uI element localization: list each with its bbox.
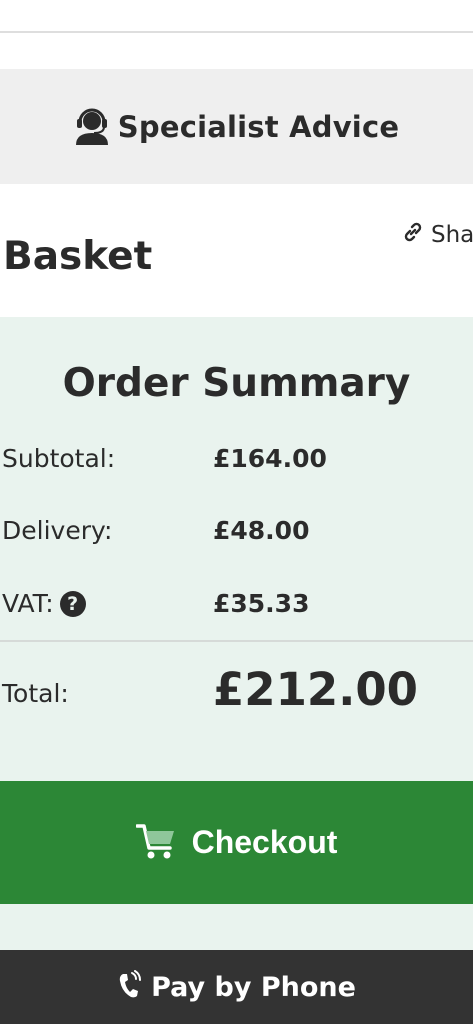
phone-icon	[117, 970, 143, 1004]
pay-by-phone-label: Pay by Phone	[151, 971, 356, 1003]
headset-icon	[74, 105, 110, 149]
vat-row-label: VAT: ?	[2, 589, 86, 618]
cart-icon	[134, 822, 176, 863]
link-icon	[401, 220, 425, 250]
summary-divider	[0, 640, 473, 642]
top-bar	[0, 0, 473, 33]
subtotal-value: £164.00	[213, 444, 327, 473]
question-circle-icon[interactable]: ?	[59, 590, 86, 617]
delivery-value: £48.00	[213, 516, 310, 545]
delivery-label: Delivery:	[2, 516, 113, 545]
specialist-advice-label: Specialist Advice	[117, 109, 400, 144]
order-summary-title: Order Summary	[62, 361, 411, 406]
subtotal-label: Subtotal:	[2, 444, 116, 473]
specialist-advice-link[interactable]: Specialist Advice	[74, 105, 399, 149]
vat-label: VAT:	[2, 589, 54, 618]
specialist-advice-banner: Specialist Advice	[0, 69, 473, 184]
share-label: Share	[431, 222, 473, 248]
vat-value: £35.33	[213, 589, 310, 618]
checkout-label: Checkout	[191, 824, 338, 860]
total-value: £212.00	[213, 663, 418, 716]
checkout-button[interactable]: Checkout	[0, 781, 473, 904]
pay-by-phone-button[interactable]: Pay by Phone	[0, 950, 473, 1024]
order-summary-panel: Order Summary Subtotal: £164.00 Delivery…	[0, 317, 473, 950]
page-title: Basket	[3, 234, 153, 279]
total-label: Total:	[2, 679, 69, 708]
share-link[interactable]: Share	[401, 220, 473, 250]
